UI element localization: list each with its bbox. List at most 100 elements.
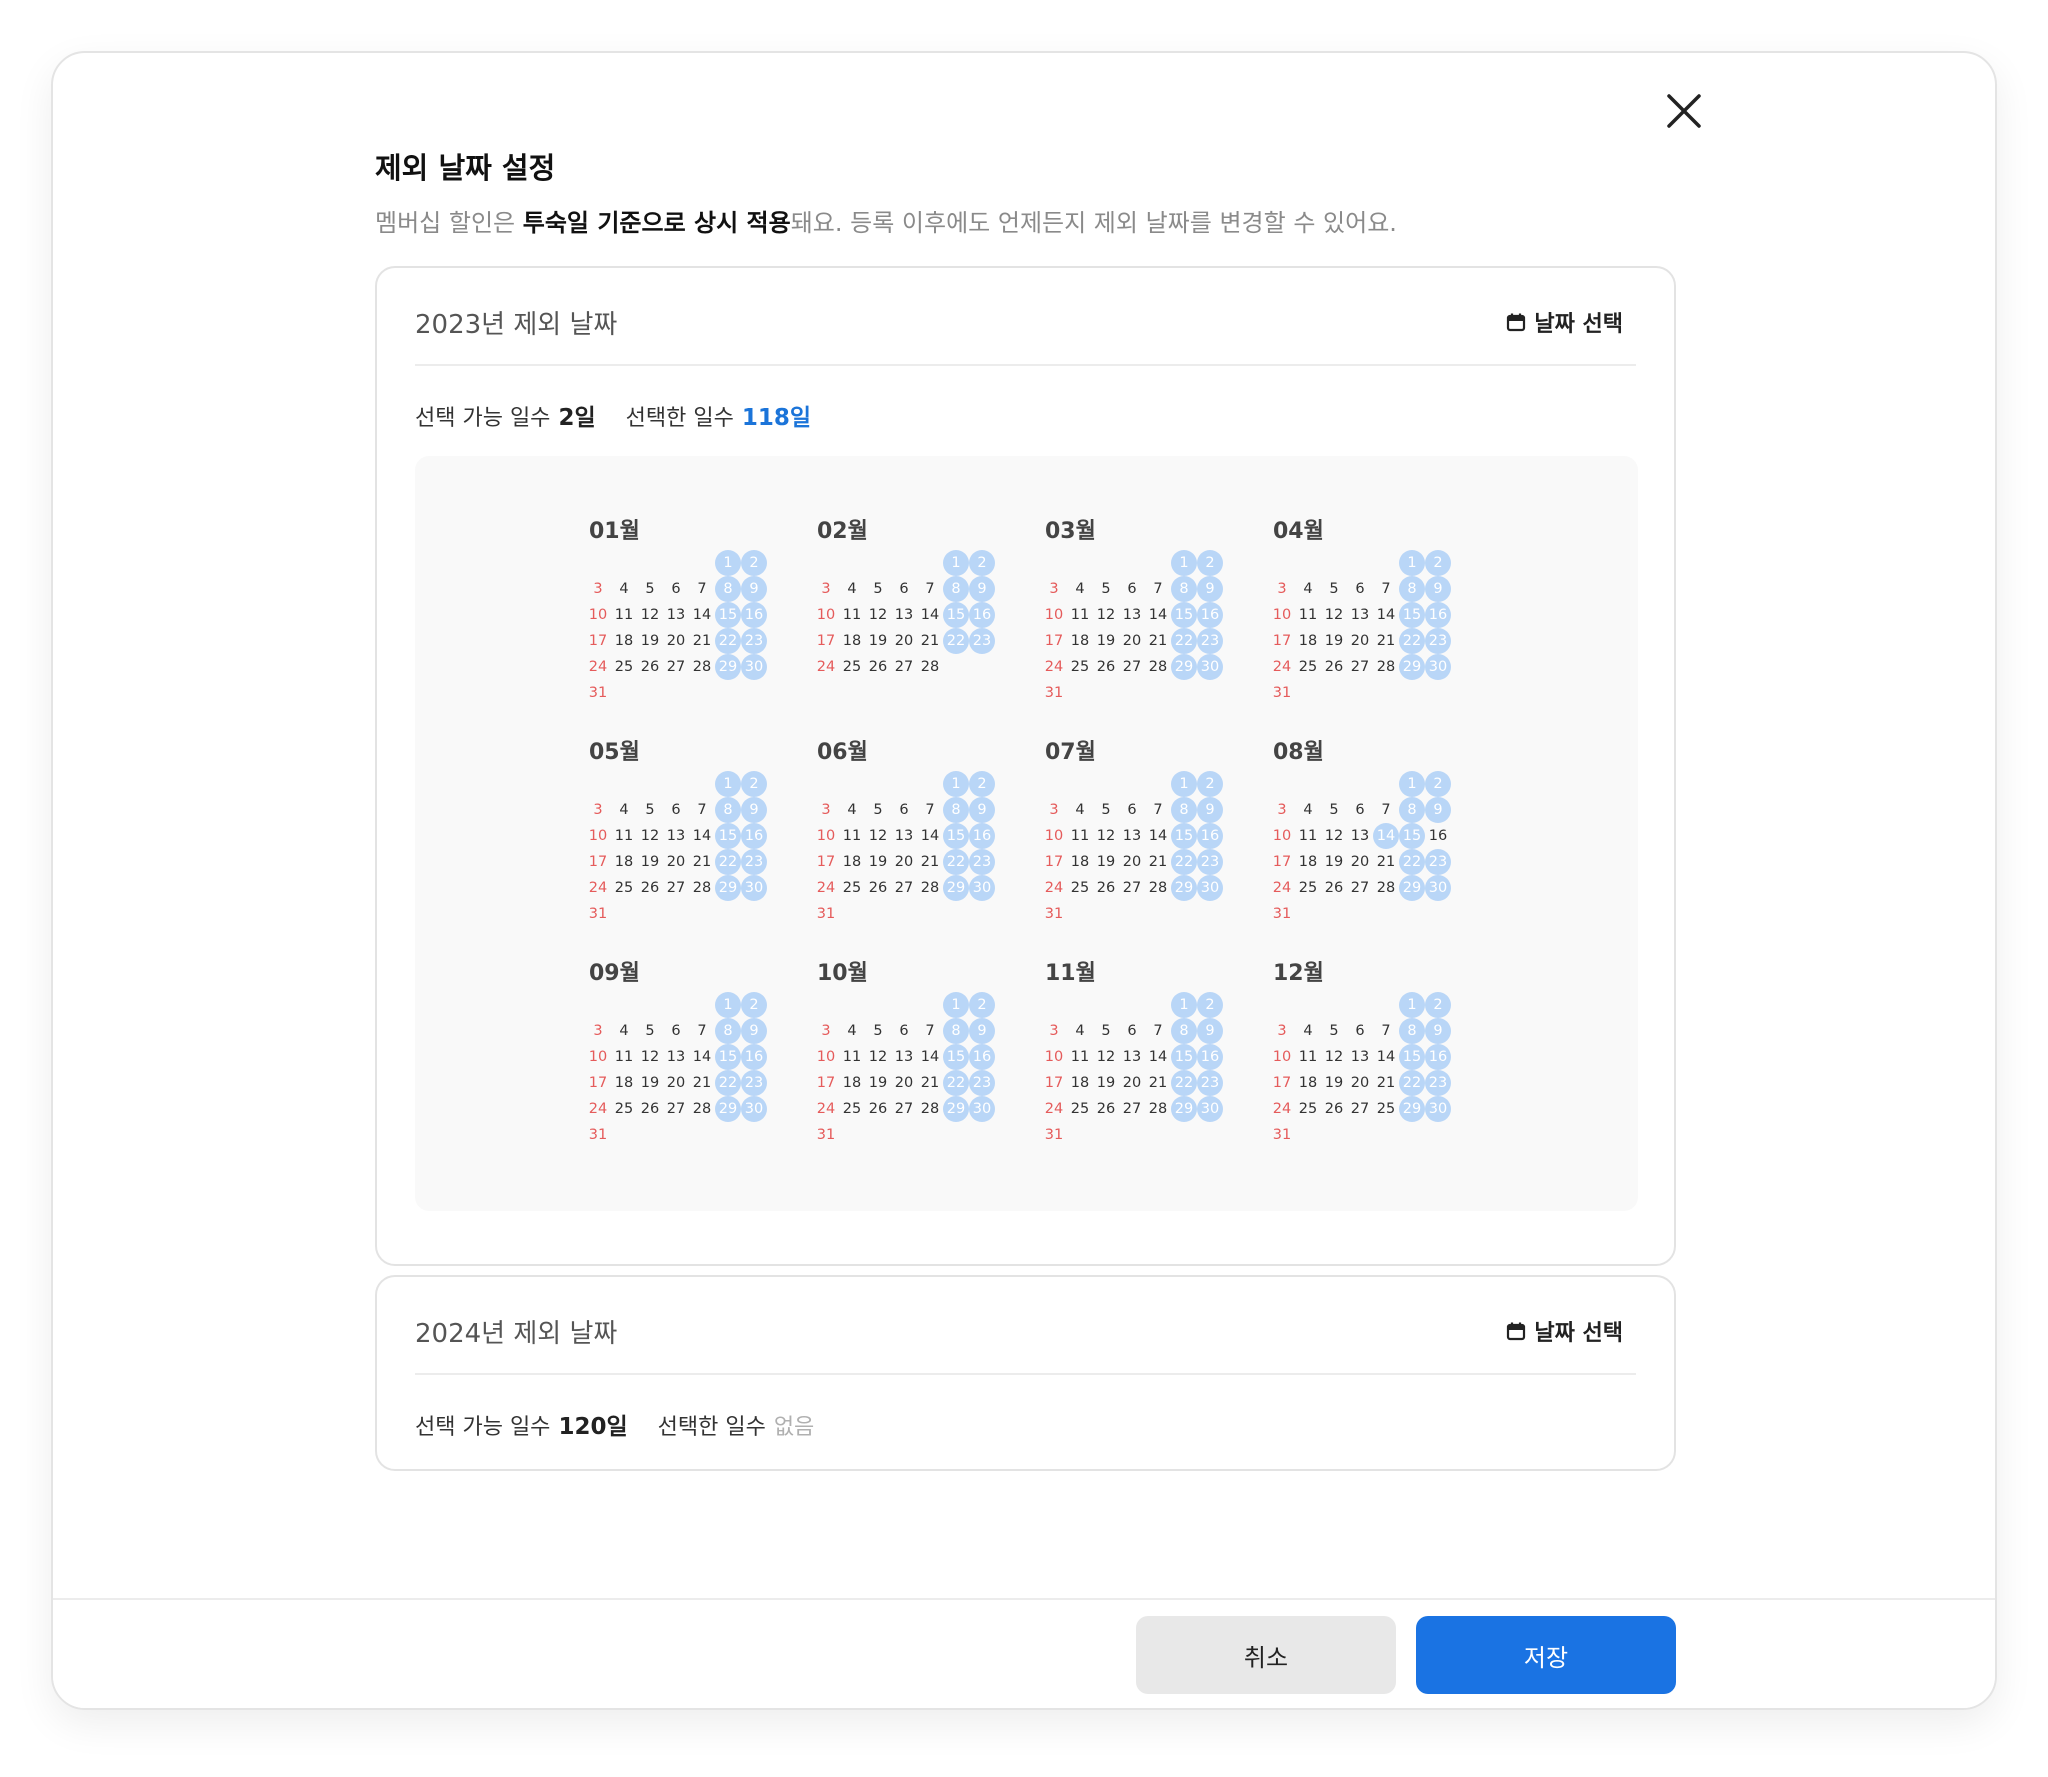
day-cell[interactable]: 16: [1425, 823, 1451, 849]
day-cell[interactable]: 21: [1145, 849, 1171, 875]
day-cell[interactable]: 29: [715, 654, 741, 680]
day-cell[interactable]: 2: [1197, 771, 1223, 797]
day-cell[interactable]: 11: [839, 823, 865, 849]
day-cell[interactable]: 3: [1269, 797, 1295, 823]
day-cell[interactable]: 6: [891, 576, 917, 602]
day-cell[interactable]: 12: [865, 1044, 891, 1070]
day-cell[interactable]: 30: [1425, 654, 1451, 680]
day-cell[interactable]: 28: [1145, 875, 1171, 901]
day-cell[interactable]: 29: [1399, 1096, 1425, 1122]
day-cell[interactable]: 20: [1347, 849, 1373, 875]
day-cell[interactable]: 28: [917, 875, 943, 901]
day-cell[interactable]: 3: [813, 576, 839, 602]
day-cell[interactable]: 4: [1067, 576, 1093, 602]
day-cell[interactable]: 12: [1093, 602, 1119, 628]
day-cell[interactable]: 30: [1425, 1096, 1451, 1122]
day-cell[interactable]: 30: [1197, 875, 1223, 901]
day-cell[interactable]: 24: [813, 654, 839, 680]
day-cell[interactable]: 25: [1373, 1096, 1399, 1122]
day-cell[interactable]: 12: [637, 1044, 663, 1070]
day-cell[interactable]: 22: [943, 1070, 969, 1096]
day-cell[interactable]: 26: [865, 654, 891, 680]
day-cell[interactable]: 5: [637, 1018, 663, 1044]
day-cell[interactable]: 19: [865, 628, 891, 654]
day-cell[interactable]: 23: [969, 849, 995, 875]
day-cell[interactable]: 6: [663, 797, 689, 823]
day-cell[interactable]: 28: [1145, 654, 1171, 680]
day-cell[interactable]: 24: [585, 875, 611, 901]
day-cell[interactable]: 8: [943, 1018, 969, 1044]
day-cell[interactable]: 5: [637, 797, 663, 823]
day-cell[interactable]: 15: [1171, 1044, 1197, 1070]
day-cell[interactable]: 16: [969, 823, 995, 849]
day-cell[interactable]: 29: [1171, 1096, 1197, 1122]
day-cell[interactable]: 14: [1145, 602, 1171, 628]
day-cell[interactable]: 5: [637, 576, 663, 602]
day-cell[interactable]: 27: [1119, 1096, 1145, 1122]
day-cell[interactable]: 13: [1347, 602, 1373, 628]
day-cell[interactable]: 28: [1145, 1096, 1171, 1122]
day-cell[interactable]: 29: [1399, 875, 1425, 901]
cancel-button[interactable]: 취소: [1136, 1616, 1396, 1694]
day-cell[interactable]: 10: [813, 1044, 839, 1070]
day-cell[interactable]: 23: [741, 1070, 767, 1096]
day-cell[interactable]: 25: [611, 654, 637, 680]
day-cell[interactable]: 7: [917, 1018, 943, 1044]
day-cell[interactable]: 3: [1041, 576, 1067, 602]
day-cell[interactable]: 27: [891, 654, 917, 680]
day-cell[interactable]: 27: [663, 654, 689, 680]
day-cell[interactable]: 2: [1197, 550, 1223, 576]
day-cell[interactable]: 3: [813, 1018, 839, 1044]
day-cell[interactable]: 16: [741, 1044, 767, 1070]
day-cell[interactable]: 6: [891, 1018, 917, 1044]
day-cell[interactable]: 28: [689, 654, 715, 680]
day-cell[interactable]: 21: [917, 849, 943, 875]
day-cell[interactable]: 31: [1041, 680, 1067, 706]
day-cell[interactable]: 17: [585, 628, 611, 654]
day-cell[interactable]: 5: [1093, 797, 1119, 823]
day-cell[interactable]: 9: [1197, 1018, 1223, 1044]
day-cell[interactable]: 14: [917, 602, 943, 628]
day-cell[interactable]: 1: [1171, 771, 1197, 797]
day-cell[interactable]: 22: [715, 628, 741, 654]
day-cell[interactable]: 17: [585, 1070, 611, 1096]
day-cell[interactable]: 8: [943, 576, 969, 602]
day-cell[interactable]: 14: [1145, 823, 1171, 849]
day-cell[interactable]: 22: [1171, 849, 1197, 875]
day-cell[interactable]: 7: [1145, 797, 1171, 823]
day-cell[interactable]: 12: [637, 823, 663, 849]
day-cell[interactable]: 9: [741, 576, 767, 602]
day-cell[interactable]: 25: [1295, 654, 1321, 680]
day-cell[interactable]: 1: [943, 992, 969, 1018]
day-cell[interactable]: 11: [611, 602, 637, 628]
day-cell[interactable]: 18: [839, 628, 865, 654]
day-cell[interactable]: 12: [1321, 823, 1347, 849]
day-cell[interactable]: 23: [1197, 1070, 1223, 1096]
day-cell[interactable]: 4: [611, 1018, 637, 1044]
day-cell[interactable]: 21: [1145, 1070, 1171, 1096]
day-cell[interactable]: 18: [1067, 849, 1093, 875]
day-cell[interactable]: 23: [1197, 849, 1223, 875]
day-cell[interactable]: 12: [637, 602, 663, 628]
day-cell[interactable]: 3: [585, 1018, 611, 1044]
day-cell[interactable]: 27: [1119, 654, 1145, 680]
day-cell[interactable]: 10: [585, 1044, 611, 1070]
day-cell[interactable]: 20: [891, 849, 917, 875]
day-cell[interactable]: 24: [1269, 875, 1295, 901]
day-cell[interactable]: 19: [1093, 849, 1119, 875]
day-cell[interactable]: 21: [1373, 1070, 1399, 1096]
day-cell[interactable]: 26: [1093, 654, 1119, 680]
day-cell[interactable]: 15: [715, 602, 741, 628]
day-cell[interactable]: 23: [1425, 1070, 1451, 1096]
day-cell[interactable]: 19: [865, 1070, 891, 1096]
day-cell[interactable]: 2: [741, 550, 767, 576]
day-cell[interactable]: 23: [1425, 628, 1451, 654]
day-cell[interactable]: 19: [865, 849, 891, 875]
day-cell[interactable]: 20: [663, 849, 689, 875]
day-cell[interactable]: 2: [1425, 992, 1451, 1018]
day-cell[interactable]: 29: [1399, 654, 1425, 680]
day-cell[interactable]: 8: [1399, 1018, 1425, 1044]
day-cell[interactable]: 23: [741, 849, 767, 875]
day-cell[interactable]: 22: [1399, 849, 1425, 875]
day-cell[interactable]: 10: [1041, 823, 1067, 849]
